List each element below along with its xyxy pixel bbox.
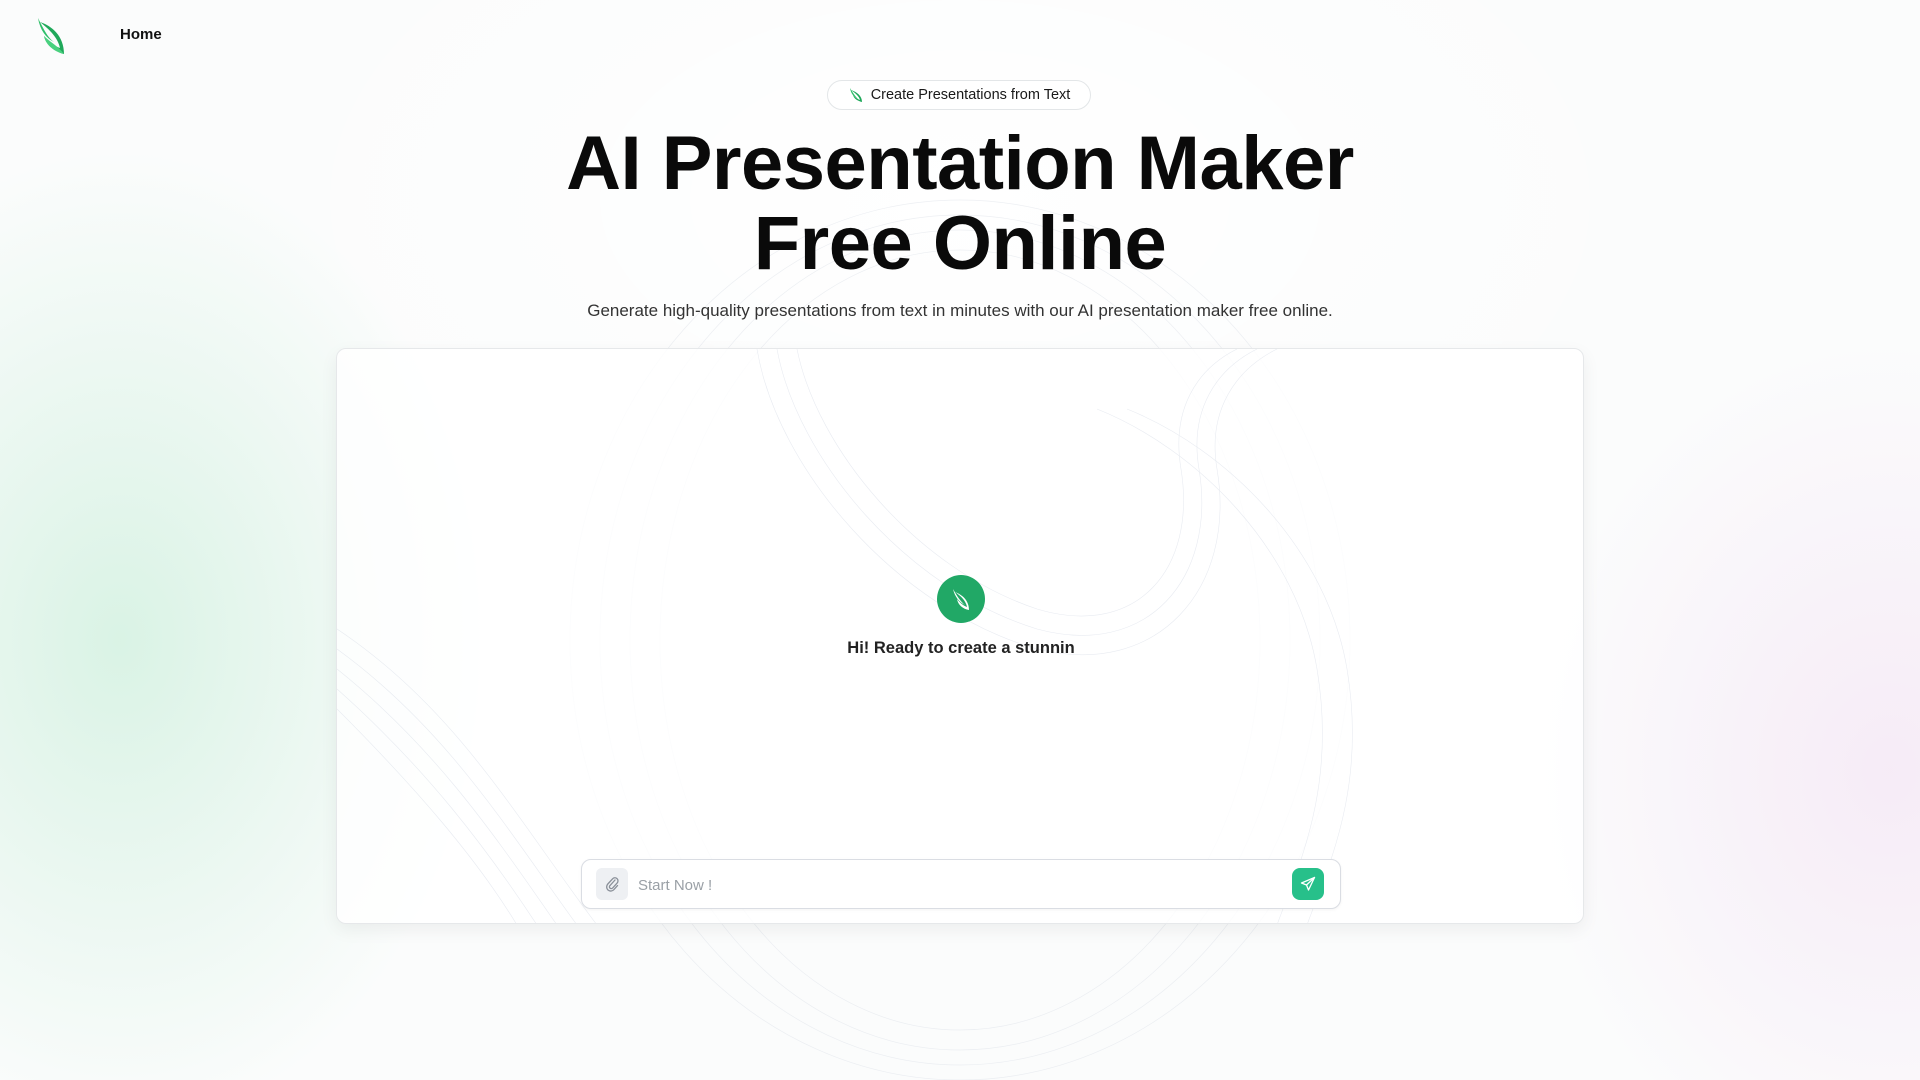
send-icon [1300,876,1316,891]
page-subtitle: Generate high-quality presentations from… [587,301,1333,320]
page-title-line-1: AI Presentation Maker [566,121,1354,206]
send-button[interactable] [1292,868,1324,900]
assistant-avatar [937,575,985,623]
hero-badge: Create Presentations from Text [827,80,1091,110]
top-navigation-bar: Home [0,0,1920,72]
card-wave-pattern [337,349,1353,923]
attach-button[interactable] [596,868,628,900]
page-title-line-2: Free Online [753,201,1167,286]
nav-home-link[interactable]: Home [120,26,162,43]
chat-card: Hi! Ready to create a stunnin [336,348,1584,924]
hero-badge-text: Create Presentations from Text [870,87,1071,103]
leaf-logo-icon[interactable] [36,16,68,56]
assistant-greeting: Hi! Ready to create a stunnin [847,639,1075,657]
leaf-avatar-icon [953,589,969,610]
leaf-icon [848,87,864,103]
page-title: AI Presentation Maker Free Online [360,124,1560,284]
paperclip-icon [606,877,619,892]
prompt-bar [581,859,1341,909]
prompt-input[interactable] [636,868,1270,902]
